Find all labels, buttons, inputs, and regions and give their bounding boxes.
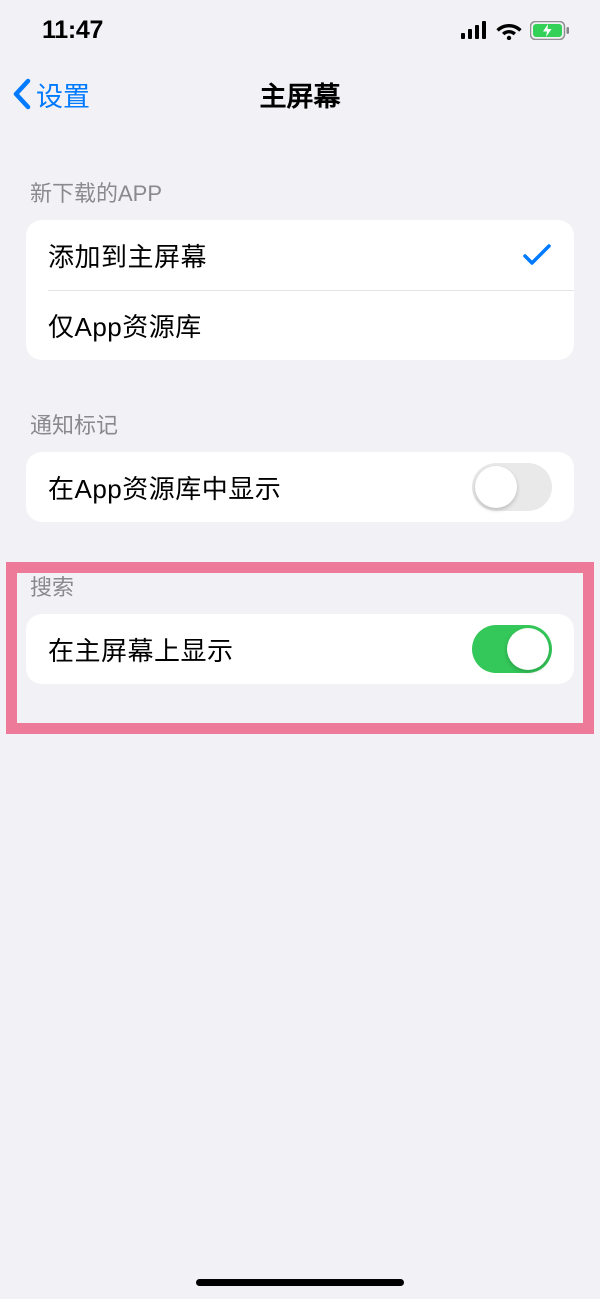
section-header-search: 搜索 [26, 570, 574, 614]
row-label: 在主屏幕上显示 [48, 631, 234, 668]
toggle-show-in-app-library[interactable] [472, 463, 552, 511]
list-group-search: 在主屏幕上显示 [26, 614, 574, 684]
checkmark-icon [522, 242, 552, 268]
status-bar: 11:47 [0, 0, 600, 60]
section-notification-badges: 通知标记 在App资源库中显示 [26, 408, 574, 522]
section-new-downloaded-apps: 新下载的APP 添加到主屏幕 仅App资源库 [26, 176, 574, 360]
chevron-left-icon [12, 78, 32, 110]
row-label: 添加到主屏幕 [48, 237, 207, 274]
row-label: 在App资源库中显示 [48, 469, 281, 506]
navigation-header: 设置 主屏幕 [0, 60, 600, 128]
back-button[interactable]: 设置 [10, 69, 92, 120]
toggle-knob [507, 628, 549, 670]
status-icons-group [461, 21, 570, 40]
page-title: 主屏幕 [260, 75, 341, 114]
battery-charging-icon [530, 21, 570, 40]
cellular-signal-icon [461, 21, 488, 39]
option-add-to-home-screen[interactable]: 添加到主屏幕 [26, 220, 574, 290]
section-header-notification-badges: 通知标记 [26, 408, 574, 452]
wifi-icon [496, 21, 522, 40]
home-indicator [196, 1279, 404, 1286]
row-show-in-app-library[interactable]: 在App资源库中显示 [26, 452, 574, 522]
row-label: 仅App资源库 [48, 307, 202, 344]
list-group-notification-badges: 在App资源库中显示 [26, 452, 574, 522]
row-show-on-home-screen[interactable]: 在主屏幕上显示 [26, 614, 574, 684]
option-app-library-only[interactable]: 仅App资源库 [26, 290, 574, 360]
back-label: 设置 [36, 75, 90, 114]
list-group-new-apps: 添加到主屏幕 仅App资源库 [26, 220, 574, 360]
section-header-new-apps: 新下载的APP [26, 176, 574, 220]
status-time: 11:47 [42, 16, 103, 45]
section-search: 搜索 在主屏幕上显示 [26, 570, 574, 684]
toggle-show-on-home-screen[interactable] [472, 625, 552, 673]
toggle-knob [475, 466, 517, 508]
